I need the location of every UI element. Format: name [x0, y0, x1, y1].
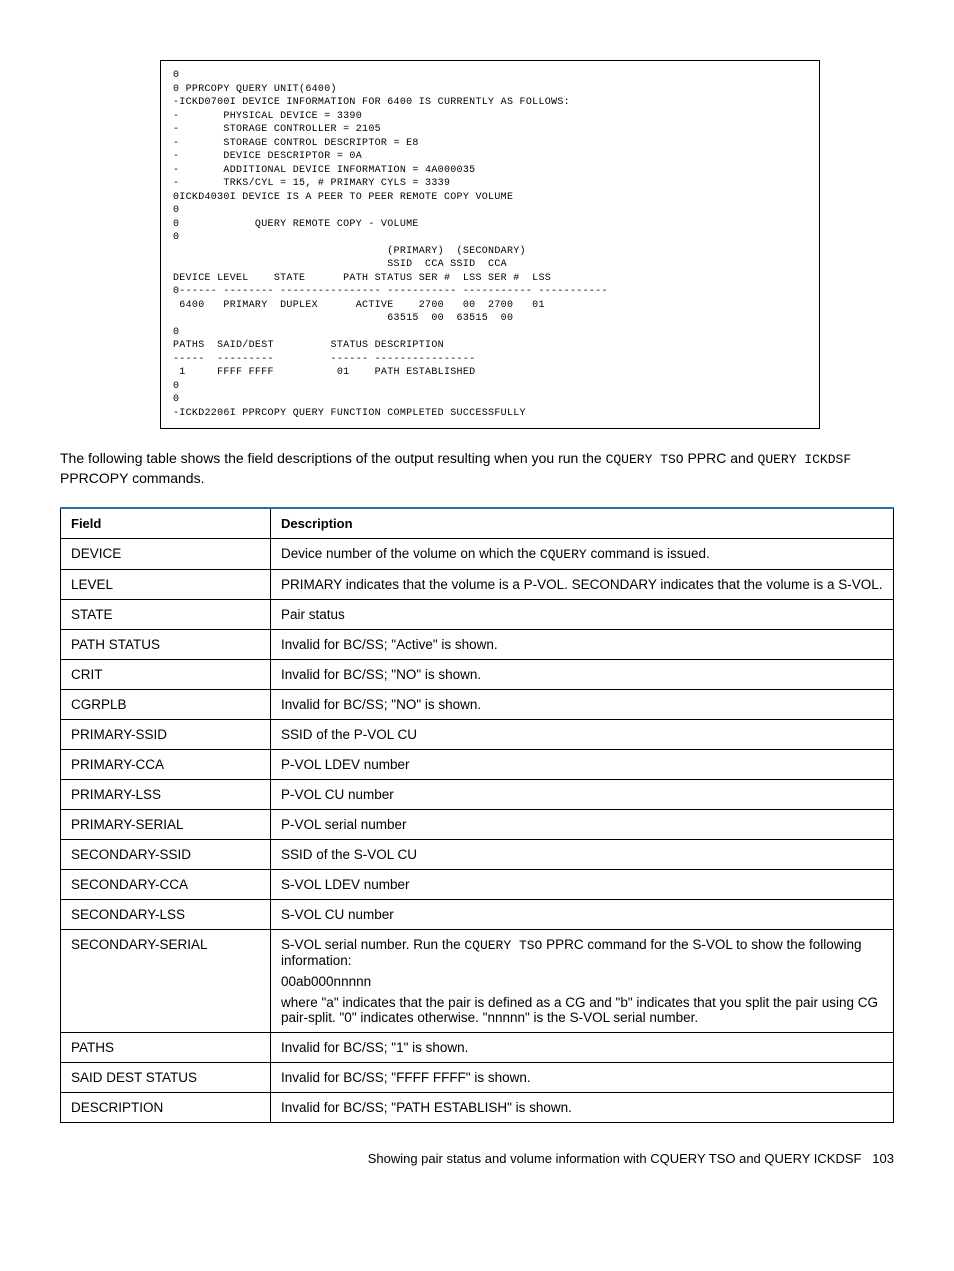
- field-name-cell: CGRPLB: [61, 689, 271, 719]
- field-desc-cell: SSID of the S-VOL CU: [271, 839, 894, 869]
- code-line: - DEVICE DESCRIPTOR = 0A: [173, 150, 807, 164]
- field-description-table: Field Description DEVICEDevice number of…: [60, 507, 894, 1123]
- field-desc-cell: P-VOL serial number: [271, 809, 894, 839]
- field-name-cell: PRIMARY-SERIAL: [61, 809, 271, 839]
- table-row: DEVICEDevice number of the volume on whi…: [61, 538, 894, 569]
- table-row: SECONDARY-LSSS-VOL CU number: [61, 899, 894, 929]
- field-desc-cell: S-VOL LDEV number: [271, 869, 894, 899]
- intro-text-pre: The following table shows the field desc…: [60, 450, 606, 466]
- intro-text-mid: PPRC and: [684, 450, 758, 466]
- table-row: PATH STATUSInvalid for BC/SS; "Active" i…: [61, 629, 894, 659]
- code-line: - ADDITIONAL DEVICE INFORMATION = 4A0000…: [173, 164, 807, 178]
- field-name-cell: PATHS: [61, 1032, 271, 1062]
- code-line: 0 QUERY REMOTE COPY - VOLUME: [173, 218, 807, 232]
- code-line: 0------ -------- ---------------- ------…: [173, 285, 807, 299]
- desc-paragraph: 00ab000nnnnn: [281, 974, 883, 989]
- field-desc-cell: Invalid for BC/SS; "1" is shown.: [271, 1032, 894, 1062]
- code-line: -ICKD0700I DEVICE INFORMATION FOR 6400 I…: [173, 96, 807, 110]
- desc-paragraph: S-VOL serial number. Run the CQUERY TSO …: [281, 937, 883, 968]
- field-desc-cell: Invalid for BC/SS; "NO" is shown.: [271, 689, 894, 719]
- field-name-cell: SAID DEST STATUS: [61, 1062, 271, 1092]
- table-header-field: Field: [61, 508, 271, 539]
- table-row: SAID DEST STATUSInvalid for BC/SS; "FFFF…: [61, 1062, 894, 1092]
- field-name-cell: PRIMARY-LSS: [61, 779, 271, 809]
- field-name-cell: LEVEL: [61, 569, 271, 599]
- inline-code: CQUERY TSO: [464, 938, 542, 953]
- code-line: 63515 00 63515 00: [173, 312, 807, 326]
- field-desc-cell: Pair status: [271, 599, 894, 629]
- table-row: STATEPair status: [61, 599, 894, 629]
- footer-page-number: 103: [872, 1151, 894, 1166]
- code-line: 0: [173, 326, 807, 340]
- code-line: ----- --------- ------ ----------------: [173, 353, 807, 367]
- inline-code: CQUERY: [540, 547, 587, 562]
- code-output-box: 00 PPRCOPY QUERY UNIT(6400)-ICKD0700I DE…: [160, 60, 820, 429]
- code-line: 1 FFFF FFFF 01 PATH ESTABLISHED: [173, 366, 807, 380]
- intro-text-post: PPRCOPY commands.: [60, 470, 204, 486]
- code-line: 0: [173, 204, 807, 218]
- code-line: SSID CCA SSID CCA: [173, 258, 807, 272]
- field-name-cell: PATH STATUS: [61, 629, 271, 659]
- page-footer: Showing pair status and volume informati…: [60, 1151, 894, 1166]
- cquery-tso-code: CQUERY TSO: [606, 452, 684, 467]
- code-line: - TRKS/CYL = 15, # PRIMARY CYLS = 3339: [173, 177, 807, 191]
- field-name-cell: DEVICE: [61, 538, 271, 569]
- code-line: - STORAGE CONTROL DESCRIPTOR = E8: [173, 137, 807, 151]
- code-line: 0: [173, 69, 807, 83]
- field-name-cell: PRIMARY-SSID: [61, 719, 271, 749]
- intro-paragraph: The following table shows the field desc…: [60, 449, 894, 489]
- field-name-cell: SECONDARY-CCA: [61, 869, 271, 899]
- code-line: 0 PPRCOPY QUERY UNIT(6400): [173, 83, 807, 97]
- field-desc-cell: Invalid for BC/SS; "FFFF FFFF" is shown.: [271, 1062, 894, 1092]
- footer-text: Showing pair status and volume informati…: [368, 1151, 862, 1166]
- table-row: SECONDARY-SERIAL S-VOL serial number. Run…: [61, 929, 894, 1032]
- field-desc-cell: S-VOL serial number. Run the CQUERY TSO …: [271, 929, 894, 1032]
- table-row: CGRPLBInvalid for BC/SS; "NO" is shown.: [61, 689, 894, 719]
- field-name-cell: CRIT: [61, 659, 271, 689]
- table-row: PRIMARY-LSSP-VOL CU number: [61, 779, 894, 809]
- table-row: PRIMARY-SSIDSSID of the P-VOL CU: [61, 719, 894, 749]
- code-line: -ICKD2206I PPRCOPY QUERY FUNCTION COMPLE…: [173, 407, 807, 421]
- field-name-cell: PRIMARY-CCA: [61, 749, 271, 779]
- table-row: CRITInvalid for BC/SS; "NO" is shown.: [61, 659, 894, 689]
- field-name-cell: SECONDARY-SSID: [61, 839, 271, 869]
- query-ickdsf-code: QUERY ICKDSF: [758, 452, 852, 467]
- table-row: PATHSInvalid for BC/SS; "1" is shown.: [61, 1032, 894, 1062]
- code-line: 6400 PRIMARY DUPLEX ACTIVE 2700 00 2700 …: [173, 299, 807, 313]
- field-desc-cell: Invalid for BC/SS; "NO" is shown.: [271, 659, 894, 689]
- field-desc-cell: P-VOL LDEV number: [271, 749, 894, 779]
- table-header-description: Description: [271, 508, 894, 539]
- table-row: PRIMARY-SERIALP-VOL serial number: [61, 809, 894, 839]
- field-name-cell: DESCRIPTION: [61, 1092, 271, 1122]
- table-row: PRIMARY-CCAP-VOL LDEV number: [61, 749, 894, 779]
- field-desc-cell: Invalid for BC/SS; "Active" is shown.: [271, 629, 894, 659]
- table-row: DESCRIPTIONInvalid for BC/SS; "PATH ESTA…: [61, 1092, 894, 1122]
- field-desc-cell: P-VOL CU number: [271, 779, 894, 809]
- code-line: 0ICKD4030I DEVICE IS A PEER TO PEER REMO…: [173, 191, 807, 205]
- field-desc-cell: SSID of the P-VOL CU: [271, 719, 894, 749]
- field-name-cell: STATE: [61, 599, 271, 629]
- code-line: PATHS SAID/DEST STATUS DESCRIPTION: [173, 339, 807, 353]
- field-desc-cell: S-VOL CU number: [271, 899, 894, 929]
- table-row: SECONDARY-CCAS-VOL LDEV number: [61, 869, 894, 899]
- page-content: 00 PPRCOPY QUERY UNIT(6400)-ICKD0700I DE…: [0, 0, 954, 1196]
- field-desc-cell: PRIMARY indicates that the volume is a P…: [271, 569, 894, 599]
- desc-paragraph: where "a" indicates that the pair is def…: [281, 995, 883, 1025]
- code-line: 0: [173, 231, 807, 245]
- field-desc-cell: Device number of the volume on which the…: [271, 538, 894, 569]
- field-name-cell: SECONDARY-SERIAL: [61, 929, 271, 1032]
- code-line: 0: [173, 380, 807, 394]
- code-line: - PHYSICAL DEVICE = 3390: [173, 110, 807, 124]
- code-line: - STORAGE CONTROLLER = 2105: [173, 123, 807, 137]
- field-desc-cell: Invalid for BC/SS; "PATH ESTABLISH" is s…: [271, 1092, 894, 1122]
- table-row: LEVELPRIMARY indicates that the volume i…: [61, 569, 894, 599]
- code-line: 0: [173, 393, 807, 407]
- table-header-row: Field Description: [61, 508, 894, 539]
- code-line: DEVICE LEVEL STATE PATH STATUS SER # LSS…: [173, 272, 807, 286]
- code-line: (PRIMARY) (SECONDARY): [173, 245, 807, 259]
- field-name-cell: SECONDARY-LSS: [61, 899, 271, 929]
- table-row: SECONDARY-SSIDSSID of the S-VOL CU: [61, 839, 894, 869]
